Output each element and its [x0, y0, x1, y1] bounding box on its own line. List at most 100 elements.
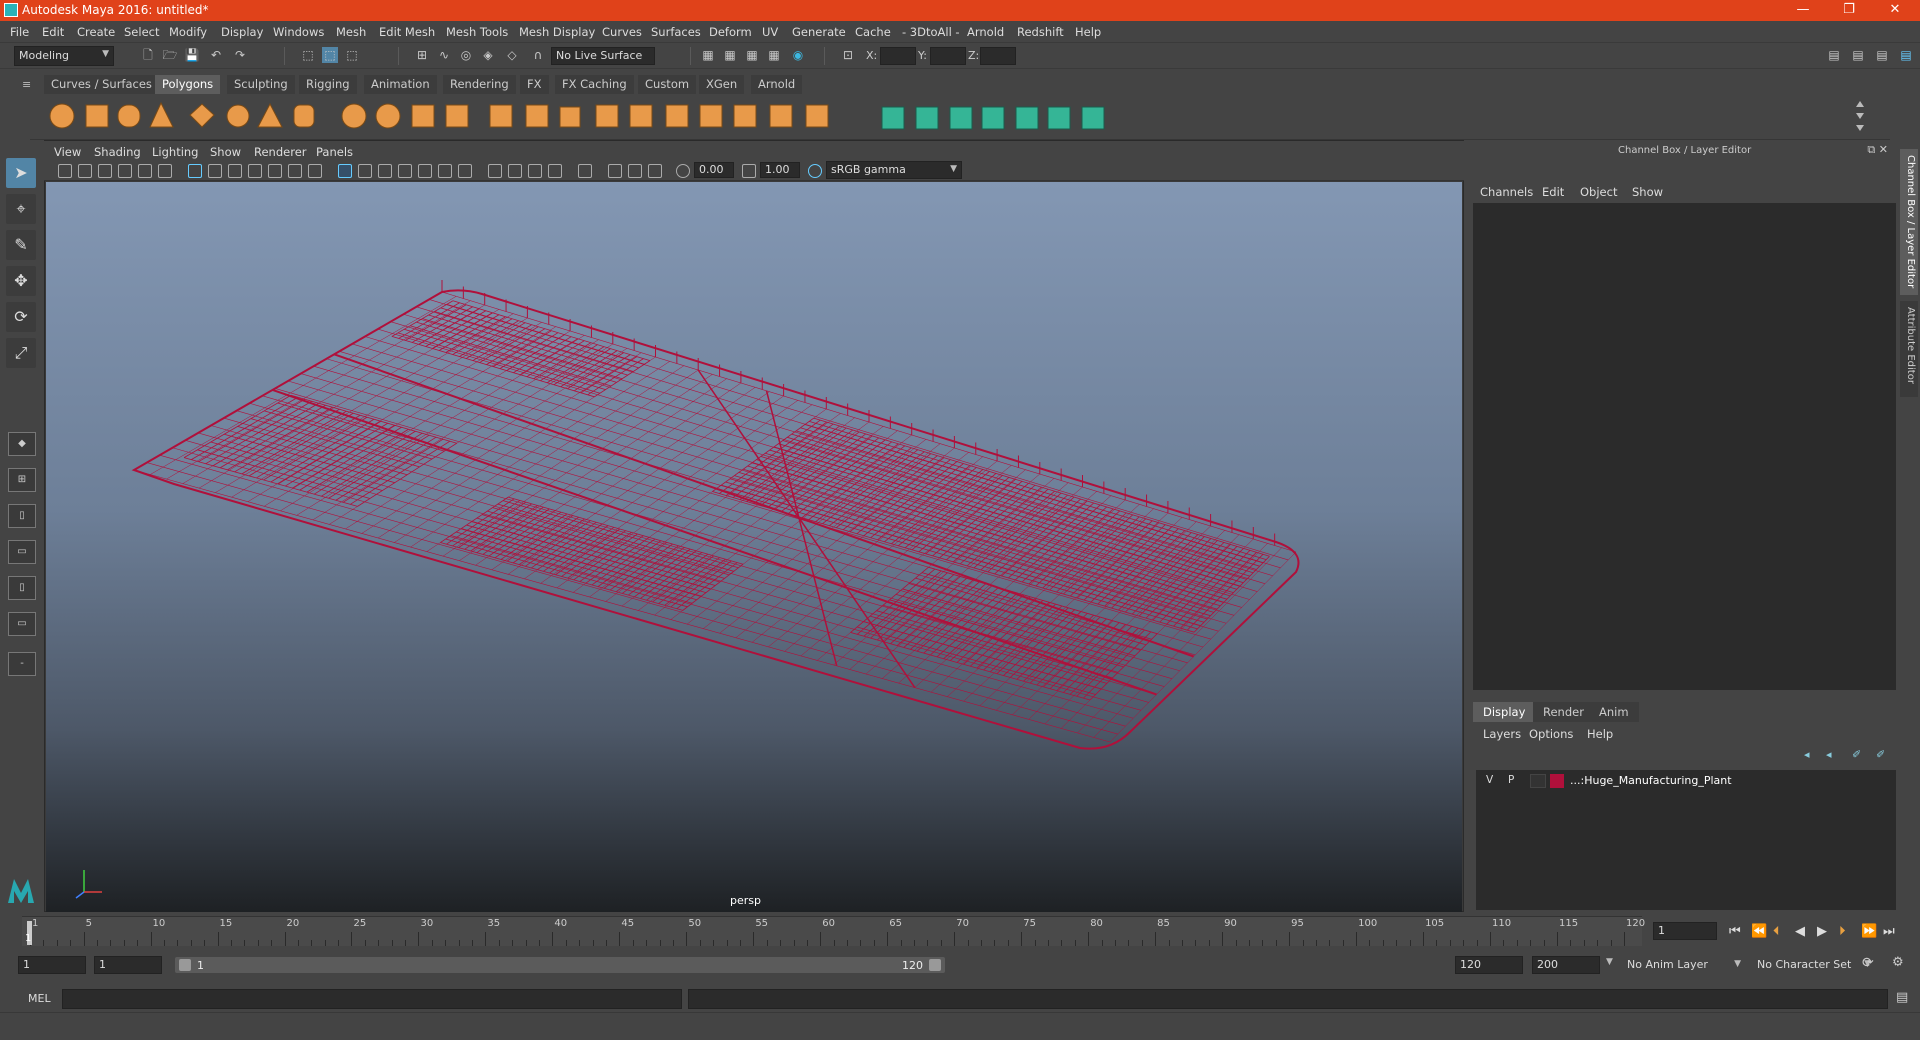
- x-field[interactable]: [880, 47, 916, 65]
- tab-polygons[interactable]: Polygons: [155, 75, 221, 94]
- modeling-toolkit-icon[interactable]: ▤: [1826, 47, 1842, 63]
- layer-playback-toggle[interactable]: P: [1508, 774, 1514, 786]
- wireframe-on-shaded-icon[interactable]: [398, 164, 412, 178]
- tab-sculpting[interactable]: Sculpting: [227, 75, 295, 94]
- channels-menu[interactable]: Channels: [1480, 185, 1533, 199]
- image-plane-icon[interactable]: [118, 164, 132, 178]
- menu-uv[interactable]: UV: [762, 25, 778, 39]
- bookmarks-icon[interactable]: [98, 164, 112, 178]
- menu-edit[interactable]: Edit: [42, 25, 64, 39]
- rotate-tool-icon[interactable]: ⟳: [6, 302, 36, 332]
- animation-preferences-icon[interactable]: ⚙: [1892, 955, 1904, 970]
- grease-pencil-icon[interactable]: [158, 164, 172, 178]
- exposure-icon[interactable]: [676, 164, 690, 178]
- ambient-occlusion-icon[interactable]: [488, 164, 502, 178]
- snap-to-curve-icon[interactable]: ∿: [436, 47, 452, 63]
- mode-dropdown[interactable]: Modeling ▼: [14, 46, 114, 66]
- redo-icon[interactable]: ↷: [232, 47, 248, 63]
- viewport-menu-view[interactable]: View: [54, 145, 81, 159]
- viewport-menu-shading[interactable]: Shading: [94, 145, 141, 159]
- range-start-handle[interactable]: [179, 959, 191, 971]
- scale-tool-icon[interactable]: ⤢: [6, 338, 36, 368]
- layer-row[interactable]: V P ...:Huge_Manufacturing_Plant: [1478, 772, 1894, 790]
- grid-icon[interactable]: [188, 164, 202, 178]
- menu-create[interactable]: Create: [77, 25, 115, 39]
- viewport-menu-show[interactable]: Show: [210, 145, 241, 159]
- script-editor-icon[interactable]: ▤: [1896, 990, 1908, 1005]
- field-chart-icon[interactable]: [268, 164, 282, 178]
- viewport-menu-lighting[interactable]: Lighting: [152, 145, 198, 159]
- current-frame-field[interactable]: 1: [1653, 922, 1717, 940]
- tab-fx[interactable]: FX: [520, 75, 549, 94]
- tab-rigging[interactable]: Rigging: [299, 75, 357, 94]
- snap-to-grid-icon[interactable]: ⊞: [414, 47, 430, 63]
- go-to-start-icon[interactable]: ⏮: [1729, 924, 1741, 939]
- channel-object-menu[interactable]: Object: [1580, 185, 1617, 199]
- viewport-menu-panels[interactable]: Panels: [316, 145, 353, 159]
- film-gate-icon[interactable]: [208, 164, 222, 178]
- new-layer-selected-icon[interactable]: ✐: [1876, 748, 1885, 761]
- default-material-icon[interactable]: [378, 164, 392, 178]
- isolate-select-icon[interactable]: [578, 164, 592, 178]
- color-management-icon[interactable]: [808, 164, 822, 178]
- tab-xgen[interactable]: XGen: [699, 75, 745, 94]
- xray-joints-icon[interactable]: [628, 164, 642, 178]
- select-camera-icon[interactable]: [58, 164, 72, 178]
- single-perspective-layout-button[interactable]: ◆: [8, 432, 36, 456]
- perspective-viewport[interactable]: [46, 182, 1462, 912]
- 2d-pan-zoom-icon[interactable]: [138, 164, 152, 178]
- layer-options-menu[interactable]: Options: [1529, 727, 1573, 741]
- tab-custom[interactable]: Custom: [638, 75, 697, 94]
- gate-mask-icon[interactable]: [248, 164, 262, 178]
- select-tool-icon[interactable]: ➤: [6, 158, 36, 188]
- resolution-gate-icon[interactable]: [228, 164, 242, 178]
- open-scene-icon[interactable]: 🗁: [162, 47, 178, 63]
- move-layer-down-icon[interactable]: ◂: [1826, 748, 1832, 761]
- shadows-icon[interactable]: [458, 164, 472, 178]
- new-scene-icon[interactable]: 🗋: [140, 47, 156, 63]
- tab-anim[interactable]: Anim: [1589, 702, 1639, 722]
- auto-key-icon[interactable]: ⟳: [1862, 955, 1874, 971]
- snap-to-point-icon[interactable]: ◎: [458, 47, 474, 63]
- safe-action-icon[interactable]: [288, 164, 302, 178]
- layer-help-menu[interactable]: Help: [1587, 727, 1613, 741]
- minimize-button[interactable]: —: [1780, 0, 1826, 21]
- step-back-key-icon[interactable]: ⏪: [1751, 924, 1767, 939]
- safe-title-icon[interactable]: [308, 164, 322, 178]
- exposure-field[interactable]: 0.00: [694, 162, 734, 178]
- move-layer-up-icon[interactable]: ◂: [1804, 748, 1810, 761]
- render-view-icon[interactable]: ▦: [700, 47, 716, 63]
- channel-box-icon[interactable]: ▤: [1898, 47, 1914, 63]
- select-by-object-icon[interactable]: ⬚: [322, 47, 338, 63]
- channel-edit-menu[interactable]: Edit: [1542, 185, 1564, 199]
- four-view-layout-button[interactable]: ⊞: [8, 468, 36, 492]
- hypershade-icon[interactable]: ◉: [790, 47, 806, 63]
- menu-edit-mesh[interactable]: Edit Mesh: [379, 25, 435, 39]
- tab-attribute-editor[interactable]: Attribute Editor: [1900, 301, 1918, 397]
- playback-end-field[interactable]: 120: [1455, 956, 1523, 974]
- command-input[interactable]: [62, 989, 682, 1009]
- undo-icon[interactable]: ↶: [208, 47, 224, 63]
- tab-curves-surfaces[interactable]: Curves / Surfaces: [44, 75, 159, 94]
- new-empty-layer-icon[interactable]: ✐: [1852, 748, 1861, 761]
- layer-display-type[interactable]: [1530, 774, 1546, 788]
- menu-select[interactable]: Select: [124, 25, 159, 39]
- menu-file[interactable]: File: [10, 25, 29, 39]
- select-by-hierarchy-icon[interactable]: ⬚: [300, 47, 316, 63]
- restore-button[interactable]: ❐: [1826, 0, 1872, 21]
- xray-components-icon[interactable]: [648, 164, 662, 178]
- gamma-field[interactable]: 1.00: [760, 162, 800, 178]
- menu-windows[interactable]: Windows: [273, 25, 324, 39]
- layer-visibility-toggle[interactable]: V: [1486, 774, 1493, 786]
- tab-animation[interactable]: Animation: [364, 75, 437, 94]
- menu-3dtoall[interactable]: - 3DtoAll -: [902, 25, 960, 39]
- animation-end-field[interactable]: 200: [1532, 956, 1600, 974]
- menu-help[interactable]: Help: [1075, 25, 1101, 39]
- attribute-editor-icon[interactable]: ▤: [1850, 47, 1866, 63]
- render-settings-icon[interactable]: ▦: [766, 47, 782, 63]
- range-end-handle[interactable]: [929, 959, 941, 971]
- menu-mesh-display[interactable]: Mesh Display: [519, 25, 595, 39]
- menu-cache[interactable]: Cache: [855, 25, 891, 39]
- shelf-menu-icon[interactable]: ≡: [22, 78, 31, 91]
- menu-modify[interactable]: Modify: [169, 25, 207, 39]
